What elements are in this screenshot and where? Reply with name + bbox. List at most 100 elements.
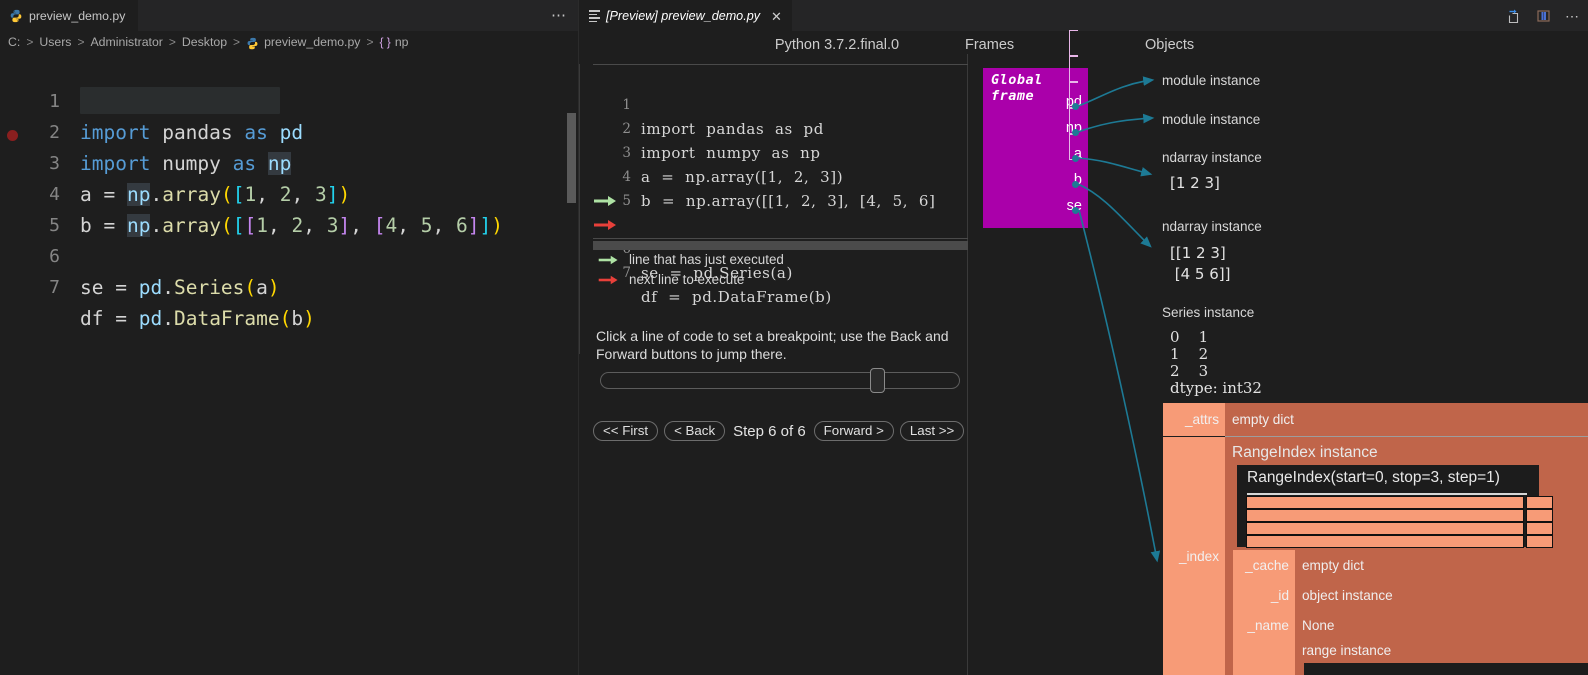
preview-code-line-4[interactable]: 4 b = np.array([[1, 2, 3], [4, 5, 6] — [593, 141, 968, 210]
rangeindex-box: RangeIndex(start=0, stop=3, step=1) — [1237, 465, 1553, 548]
code-line-7[interactable]: 7 df = pd.DataFrame(b) — [0, 241, 578, 330]
table-key-name: _name — [1233, 610, 1295, 640]
preview-icon — [589, 10, 600, 22]
horizontal-scrollbar[interactable] — [593, 241, 968, 250]
object-label-2: ndarray instance — [1162, 150, 1262, 165]
first-button[interactable]: << First — [593, 421, 659, 441]
tab-preview-demo-preview[interactable]: [Preview] preview_demo.py ✕ — [579, 0, 792, 31]
table-value-name: None — [1295, 610, 1588, 640]
python-version-label: Python 3.7.2.final.0 — [774, 37, 900, 53]
open-changes-icon[interactable] — [1507, 8, 1523, 24]
breadcrumb-seg-3[interactable]: Desktop — [182, 35, 227, 49]
legend-next: next line to execute — [596, 272, 744, 287]
breakpoint-hint-text: Click a line of code to set a breakpoint… — [596, 328, 949, 362]
range-repr-strip — [1304, 663, 1588, 675]
editor-more-actions[interactable]: ⋯ — [551, 8, 567, 23]
breadcrumb-seg-2[interactable]: Administrator — [90, 35, 162, 49]
preview-code-line-2[interactable]: 2 import numpy as np — [593, 93, 968, 162]
code-top-rule — [593, 64, 968, 65]
breadcrumb-seg-1[interactable]: Users — [39, 35, 71, 49]
close-icon[interactable]: ✕ — [771, 10, 782, 23]
pointer-dot — [1072, 181, 1079, 188]
breadcrumb-seg-0[interactable]: C: — [8, 35, 20, 49]
last-button[interactable]: Last >> — [899, 421, 965, 441]
editor-scrollbar-thumb[interactable] — [567, 113, 576, 203]
legend-executed: line that has just executed — [596, 252, 784, 267]
tab-preview-demo-py[interactable]: preview_demo.py — [0, 0, 138, 31]
rangeindex-cell-small — [1526, 535, 1553, 548]
pointer-dot — [1072, 207, 1079, 214]
preview-code-line-6[interactable]: 6 se = pd.Series(a) — [593, 189, 968, 282]
step-slider[interactable] — [600, 372, 960, 389]
breadcrumb-chevron-icon: > — [233, 35, 241, 49]
breadcrumb-chevron-icon: > — [366, 35, 374, 49]
rangeindex-label: RangeIndex instance — [1232, 444, 1378, 461]
rangeindex-cell — [1246, 535, 1524, 548]
preview-code-line-3[interactable]: 3 a = np.array([1, 2, 3]) — [593, 117, 968, 186]
object-label-1: module instance — [1162, 112, 1261, 127]
step-slider-thumb[interactable] — [870, 368, 885, 393]
preview-more-actions[interactable]: ⋯ — [1565, 9, 1580, 23]
rangeindex-cell-small — [1526, 522, 1553, 535]
legend-executed-label: line that has just executed — [629, 252, 784, 267]
legend-next-label: next line to execute — [629, 272, 745, 287]
rangeindex-cell — [1246, 522, 1524, 535]
table-key-id: _id — [1233, 580, 1295, 610]
back-button[interactable]: < Back — [664, 421, 726, 441]
python-icon — [247, 37, 258, 49]
preview-code-line-7[interactable]: 7 df = pd.DataFrame(b) — [593, 213, 968, 306]
pointer-dot — [1072, 155, 1079, 162]
editor-tab-bar: preview_demo.py ⋯ — [0, 0, 578, 31]
table-key-blank — [1233, 640, 1295, 675]
breadcrumb-seg-4[interactable]: preview_demo.py — [264, 35, 360, 49]
breadcrumb-chevron-icon: > — [168, 35, 176, 49]
code-line-5[interactable]: 5 — [0, 179, 578, 236]
preview-tab-label: [Preview] preview_demo.py — [606, 9, 760, 23]
table-key-attrs: _attrs — [1163, 403, 1225, 436]
object-value-3: [[1 2 3] [4 5 6]] — [1170, 244, 1231, 283]
python-icon — [10, 9, 22, 23]
code-editor[interactable]: 1 import pandas as pd 2 import numpy as … — [0, 53, 578, 675]
executed-line-arrow-icon — [598, 255, 618, 264]
object-label-4: Series instance — [1162, 305, 1255, 320]
table-value-attrs: empty dict — [1225, 403, 1588, 436]
table-key-cache: _cache — [1233, 550, 1295, 580]
tab-label: preview_demo.py — [29, 9, 126, 23]
executed-line-arrow-icon — [594, 196, 616, 206]
preview-toolbar-actions: ⋯ — [1507, 0, 1580, 31]
code-line-1[interactable]: 1 import pandas as pd — [0, 55, 578, 144]
pointer-dot — [1072, 129, 1079, 136]
step-counter: Step 6 of 6 — [733, 422, 806, 440]
table-value-id: object instance — [1295, 580, 1588, 610]
series-attributes-table: _attrs empty dict _index RangeIndex inst… — [1163, 400, 1588, 675]
breadcrumb-chevron-icon: > — [26, 35, 34, 49]
breadcrumb: C: > Users > Administrator > Desktop > p… — [0, 31, 578, 53]
code-line-3[interactable]: 3 a = np.array([1, 2, 3]) — [0, 117, 578, 206]
rangeindex-cell — [1246, 509, 1524, 522]
code-line-6[interactable]: 6 se = pd.Series(a) — [0, 210, 578, 299]
line-number: 7 — [49, 277, 60, 298]
object-label-3: ndarray instance — [1162, 219, 1262, 234]
grid-line — [1225, 436, 1588, 437]
frame-connector-bracket — [1069, 56, 1078, 82]
preview-code-line-5[interactable]: 5 — [593, 165, 968, 209]
table-key-index: _index — [1163, 437, 1225, 675]
breadcrumb-seg-5[interactable]: np — [395, 35, 409, 49]
editor-scrollbar[interactable] — [564, 53, 578, 675]
forward-button[interactable]: Forward > — [813, 421, 894, 441]
object-value-4: 0 1 1 2 2 3 dtype: int32 — [1170, 328, 1262, 397]
split-editor-icon[interactable] — [1536, 8, 1552, 24]
code-line-2[interactable]: 2 import numpy as np — [0, 86, 578, 175]
preview-code-line-1[interactable]: 1 import pandas as pd — [593, 69, 968, 138]
preview-tab-bar: [Preview] preview_demo.py ✕ ⋯ — [579, 0, 1588, 31]
code-line-4[interactable]: 4 b = np.array([[1, 2, 3], [4, 5, 6]]) — [0, 148, 578, 237]
rangeindex-cell-small — [1526, 496, 1553, 509]
rangeindex-cell — [1246, 496, 1524, 509]
rangeindex-cell-small — [1526, 509, 1553, 522]
frames-header: Frames — [965, 37, 1015, 53]
step-controls: << First < Back Step 6 of 6 Forward > La… — [593, 420, 968, 442]
editor-pane: preview_demo.py ⋯ C: > Users > Administr… — [0, 0, 578, 675]
objects-header: Objects — [1145, 37, 1195, 53]
next-line-arrow-icon — [594, 220, 616, 230]
rangeindex-rule — [1247, 493, 1527, 495]
